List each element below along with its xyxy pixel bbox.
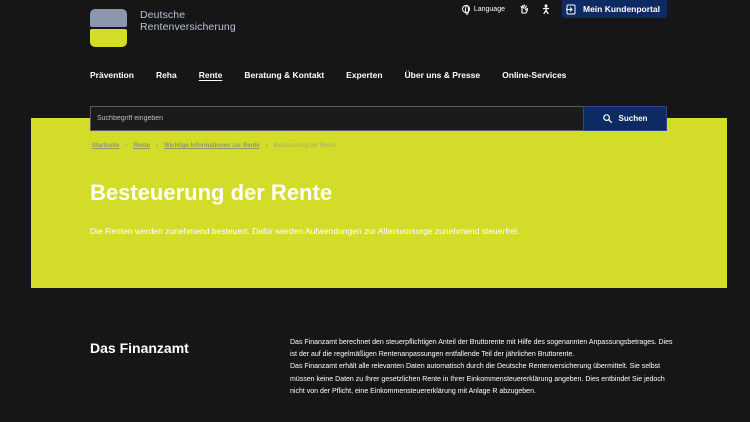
kundenportal-button[interactable]: Mein Kundenportal (562, 0, 667, 18)
main-nav: Prävention Reha Rente Beratung & Kontakt… (90, 70, 588, 80)
search-icon (602, 114, 612, 123)
kundenportal-label: Mein Kundenportal (583, 4, 660, 14)
breadcrumb-startseite[interactable]: Startseite (92, 143, 119, 149)
logo-line-2: Rentenversicherung (140, 21, 236, 33)
sign-language-hand-icon[interactable] (519, 4, 529, 14)
nav-item-beratung-kontakt[interactable]: Beratung & Kontakt (244, 70, 324, 80)
logo-text: Deutsche Rentenversicherung (140, 9, 236, 33)
utility-bar: Language Mein Kundenportal (461, 0, 750, 18)
section-paragraph-1: Das Finanzamt berechnet den steuerpflich… (290, 339, 673, 359)
nav-item-rente[interactable]: Rente (199, 70, 223, 80)
section-title: Das Finanzamt (90, 340, 189, 356)
logo-line-1: Deutsche (140, 9, 186, 21)
language-switch[interactable]: Language (461, 5, 505, 15)
search-bar: Suchen (90, 106, 667, 131)
logo-mark-icon (90, 8, 128, 48)
section-paragraph-2: Das Finanzamt erhält alle relevanten Dat… (290, 363, 665, 395)
hero-intro-text: Die Renten werden zunehmend besteuert. D… (90, 226, 520, 236)
breadcrumb-separator: › (125, 143, 128, 149)
breadcrumb-separator: › (156, 143, 159, 149)
nav-item-reha[interactable]: Reha (156, 70, 177, 80)
easy-language-icon[interactable] (541, 4, 550, 14)
section-body: Das Finanzamt berechnet den steuerpflich… (290, 337, 675, 398)
nav-item-online-services[interactable]: Online-Services (502, 70, 566, 80)
breadcrumb-wichtige-informationen[interactable]: Wichtige Informationen zur Rente (164, 143, 260, 149)
logo[interactable]: Deutsche Rentenversicherung (90, 8, 236, 48)
language-label: Language (473, 5, 505, 13)
breadcrumb-separator: › (265, 143, 268, 149)
breadcrumb: Startseite › Rente › Wichtige Informatio… (92, 143, 336, 149)
login-icon (566, 4, 576, 14)
nav-item-praevention[interactable]: Prävention (90, 70, 134, 80)
nav-item-experten[interactable]: Experten (346, 70, 382, 80)
search-button[interactable]: Suchen (583, 106, 667, 131)
page-title: Besteuerung der Rente (90, 180, 333, 205)
breadcrumb-rente[interactable]: Rente (133, 143, 150, 149)
search-input[interactable] (90, 106, 583, 131)
search-button-label: Suchen (618, 114, 648, 123)
breadcrumb-current: Besteuerung der Rente (273, 143, 336, 149)
globe-icon (461, 5, 470, 15)
nav-item-ueber-uns-presse[interactable]: Über uns & Presse (405, 70, 481, 80)
